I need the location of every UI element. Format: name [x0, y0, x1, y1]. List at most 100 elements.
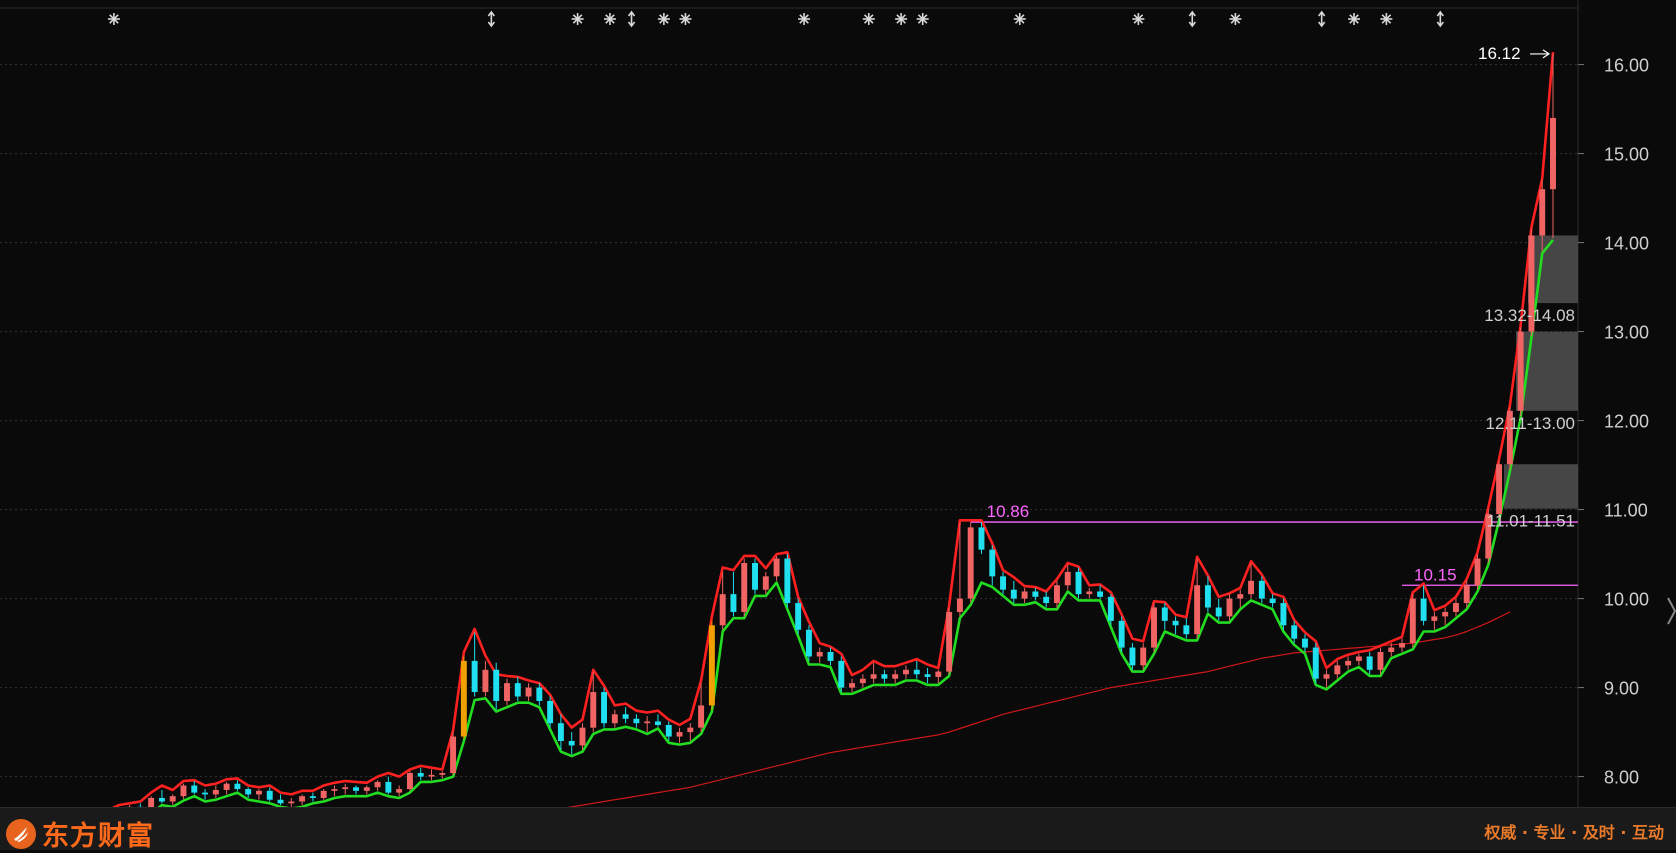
candle-body [720, 594, 726, 625]
candle-body [493, 670, 499, 701]
panel-collapse-handle[interactable] [1666, 596, 1676, 626]
gap-label: 11.01-11.51 [1487, 512, 1575, 531]
updown-arrow-icon [1189, 12, 1195, 26]
candle-body [353, 787, 359, 791]
candle-body [181, 786, 187, 797]
y-tick-label: 16.00 [1604, 56, 1649, 76]
candlestick-chart[interactable]: 8.009.0010.0011.0012.0013.0014.0015.0016… [0, 0, 1676, 807]
candle-body [515, 683, 521, 696]
candle-body [1173, 621, 1179, 625]
grid-lines [0, 8, 1578, 777]
candle-body [439, 773, 445, 775]
candle-body [709, 625, 715, 705]
candle-body [1399, 643, 1405, 647]
candle-body [396, 789, 402, 793]
candle-body [752, 563, 758, 590]
candle-body [148, 798, 154, 807]
updown-arrow-icon [1319, 12, 1325, 26]
candle-body [1237, 594, 1243, 598]
candle-body [1280, 603, 1286, 625]
candle-body [849, 683, 855, 687]
asterisk-icon [798, 13, 810, 25]
asterisk-icon [108, 13, 120, 25]
candle-body [1194, 585, 1200, 634]
candle-body [935, 672, 941, 677]
candle-body [170, 796, 176, 801]
candle-body [1011, 590, 1017, 599]
asterisk-icon [679, 13, 691, 25]
candle-body [1388, 648, 1394, 652]
candle-body [774, 559, 780, 577]
candle-body [331, 789, 337, 791]
candle-body [687, 728, 693, 732]
candle-body [601, 692, 607, 723]
event-markers [108, 12, 1443, 26]
long-ma-line [539, 612, 1510, 807]
candle-body [1022, 591, 1028, 598]
candle-body [989, 550, 995, 577]
candle-body [806, 630, 812, 657]
candle-body [1550, 118, 1556, 189]
candle-body [1496, 464, 1502, 514]
candle-body [1291, 625, 1297, 638]
candle-body [1000, 576, 1006, 589]
candle-body [429, 775, 435, 777]
asterisk-icon [895, 13, 907, 25]
asterisk-icon [863, 13, 875, 25]
candle-body [472, 661, 478, 692]
candle-body [1205, 585, 1211, 607]
brand[interactable]: 东方财富 [6, 814, 154, 853]
chart-svg[interactable]: 8.009.0010.0011.0012.0013.0014.0015.0016… [0, 0, 1676, 807]
candle-body [914, 670, 920, 674]
candle-body [1032, 591, 1038, 596]
candle-body [1302, 639, 1308, 648]
candle-body [623, 714, 629, 718]
candle-body [1453, 603, 1459, 612]
candle-body [968, 527, 974, 598]
brand-slogan: 权威 · 专业 · 及时 · 互动 [1484, 819, 1664, 843]
candle-body [1162, 608, 1168, 621]
candle-body [1313, 648, 1319, 679]
candle-body [828, 652, 834, 661]
candle-body [633, 719, 639, 723]
candle-body [1140, 648, 1146, 666]
candle-body [310, 796, 316, 798]
candle-body [677, 732, 683, 736]
annotations: 13.32-14.0812.11-13.0011.01-11.5110.8610… [987, 44, 1575, 584]
candle-body [838, 661, 844, 688]
candle-body [763, 576, 769, 589]
gap-label: 12.11-13.00 [1486, 414, 1575, 433]
candle-body [245, 789, 251, 794]
candle-body [1475, 559, 1481, 586]
y-tick-label: 14.00 [1604, 234, 1649, 254]
y-tick-label: 10.00 [1604, 590, 1649, 610]
candle-body [1410, 599, 1416, 644]
candle-body [224, 784, 230, 790]
level-label: 10.86 [987, 502, 1030, 521]
asterisk-icon [1348, 13, 1360, 25]
candle-body [234, 784, 240, 789]
candle-body [321, 791, 327, 798]
candle-body [892, 674, 898, 678]
candle-body [526, 688, 532, 697]
candles [105, 54, 1556, 807]
candle-body [191, 786, 197, 793]
y-tick-label: 8.00 [1604, 768, 1639, 788]
candle-body [1324, 674, 1330, 678]
candle-body [666, 725, 672, 737]
asterisk-icon [1014, 13, 1026, 25]
candle-body [1151, 608, 1157, 648]
candle-body [644, 721, 650, 723]
candle-body [569, 741, 575, 745]
candle-body [903, 670, 909, 674]
candle-body [558, 723, 564, 741]
candle-body [547, 701, 553, 723]
candle-body [741, 563, 747, 612]
candle-body [375, 782, 381, 787]
asterisk-icon [1132, 13, 1144, 25]
eastmoney-flame-icon [6, 819, 36, 849]
y-tick-label: 11.00 [1604, 501, 1648, 521]
candle-body [482, 670, 488, 692]
candle-body [1464, 585, 1470, 603]
candle-body [1421, 599, 1427, 621]
